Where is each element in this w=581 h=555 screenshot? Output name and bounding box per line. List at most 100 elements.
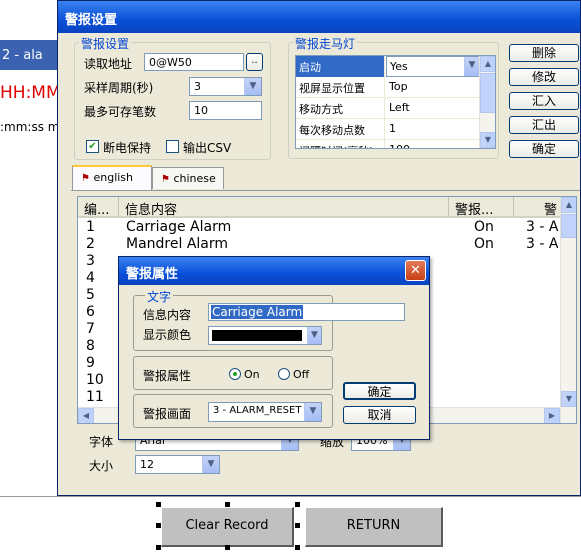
selection-handle[interactable] xyxy=(156,523,161,528)
row-number: 5 xyxy=(86,287,95,303)
screen-select[interactable]: 3 - ALARM_RESET ▼ xyxy=(208,402,322,422)
alarm-settings-group-label: 警报设置 xyxy=(79,35,132,52)
selection-handle[interactable] xyxy=(295,502,300,507)
selection-handle[interactable] xyxy=(156,502,161,507)
off-radio[interactable] xyxy=(278,368,290,380)
power-fail-label: 断电保持 xyxy=(103,141,152,155)
on-radio[interactable] xyxy=(229,368,241,380)
row-number: 2 xyxy=(86,236,95,252)
property-value: Yes xyxy=(390,60,408,73)
delete-button[interactable]: 删除 xyxy=(509,44,579,62)
scroll-down-icon[interactable]: ▼ xyxy=(480,132,495,148)
property-row-position[interactable]: 视屏显示位置 Top xyxy=(296,77,480,98)
close-icon[interactable]: ✕ xyxy=(405,260,426,281)
list-item[interactable]: 1 Carriage Alarm On 3 - A xyxy=(78,219,560,236)
read-address-input[interactable]: 0@W50 xyxy=(144,53,244,71)
background-format-text: :mm:ss m xyxy=(0,120,60,134)
scroll-up-icon[interactable]: ▲ xyxy=(480,56,495,72)
column-header-no[interactable]: 编... xyxy=(78,197,119,216)
row-number: 11 xyxy=(86,389,104,405)
list-item[interactable]: 2 Mandrel Alarm On 3 - A xyxy=(78,236,560,253)
content-value: Carriage Alarm xyxy=(211,305,304,319)
import-button[interactable]: 汇入 xyxy=(509,92,579,110)
column-header-content[interactable]: 信息内容 xyxy=(119,197,449,216)
background-title-text: 2 - ala xyxy=(2,48,43,63)
property-key: 移动方式 xyxy=(296,98,385,119)
scroll-thumb[interactable] xyxy=(480,73,495,113)
export-csv-label: 输出CSV xyxy=(183,141,232,155)
row-number: 9 xyxy=(86,355,95,371)
clear-record-button[interactable]: Clear Record xyxy=(161,507,294,547)
selection-handle[interactable] xyxy=(295,523,300,528)
power-fail-checkbox[interactable]: ✔ xyxy=(86,140,99,153)
flag-icon: ⚑ xyxy=(81,173,90,184)
row-screen: 3 - A xyxy=(526,219,559,235)
background-title-bar: 2 - ala xyxy=(0,40,60,70)
property-row-enable[interactable]: 启动 Yes ▼ xyxy=(296,56,480,77)
chevron-down-icon[interactable]: ▼ xyxy=(244,78,261,95)
browse-address-button[interactable]: .. xyxy=(246,53,263,71)
export-csv-checkbox[interactable] xyxy=(166,140,179,153)
marquee-group-label: 警报走马灯 xyxy=(293,35,358,52)
sub-dialog-title: 警报属性 xyxy=(119,257,429,285)
screen-label: 警报画面 xyxy=(143,407,192,421)
return-button[interactable]: RETURN xyxy=(305,507,443,547)
screen-value: 3 - ALARM_RESET xyxy=(213,405,302,416)
tab-english[interactable]: ⚑ english xyxy=(72,165,152,191)
property-row-step[interactable]: 每次移动点数 1 xyxy=(296,119,480,140)
property-key: 每次移动点数 xyxy=(296,119,385,140)
property-key: 视屏显示位置 xyxy=(296,77,385,98)
tab-label: english xyxy=(93,171,134,184)
column-header-state[interactable]: 警报... xyxy=(449,197,514,216)
sub-cancel-button[interactable]: 取消 xyxy=(343,406,416,424)
chevron-down-icon[interactable]: ▼ xyxy=(202,456,219,473)
color-select[interactable]: ▼ xyxy=(208,326,322,345)
ok-button[interactable]: 确定 xyxy=(509,140,579,158)
color-label: 显示颜色 xyxy=(143,328,192,342)
chevron-down-icon[interactable]: ▼ xyxy=(304,403,321,421)
max-records-label: 最多可存笔数 xyxy=(84,105,157,119)
selection-handle[interactable] xyxy=(295,545,300,550)
property-row-interval[interactable]: 间隔时间(毫秒) 100 xyxy=(296,140,480,148)
max-records-input[interactable]: 10 xyxy=(189,101,262,120)
font-label: 字体 xyxy=(89,435,114,449)
sample-period-select[interactable]: 3 ▼ xyxy=(189,77,262,96)
selection-handle[interactable] xyxy=(156,545,161,550)
color-swatch xyxy=(212,330,302,341)
size-select[interactable]: 12 ▼ xyxy=(135,455,220,474)
background-time-text: HH:MM xyxy=(0,83,60,103)
dialog-title: 警报设置 xyxy=(58,1,580,33)
property-key: 间隔时间(毫秒) xyxy=(296,140,385,148)
list-vertical-scrollbar[interactable]: ▲ ▼ xyxy=(560,197,576,423)
property-row-move-mode[interactable]: 移动方式 Left xyxy=(296,98,480,119)
modify-button[interactable]: 修改 xyxy=(509,68,579,86)
selection-handle[interactable] xyxy=(225,545,230,550)
scroll-thumb[interactable] xyxy=(561,214,576,238)
content-input[interactable]: Carriage Alarm xyxy=(208,303,405,321)
property-value-select[interactable]: Yes ▼ xyxy=(386,56,480,77)
scroll-left-icon[interactable]: ◀ xyxy=(78,408,94,423)
tab-label: chinese xyxy=(173,172,216,185)
row-state: On xyxy=(474,219,494,235)
scroll-up-icon[interactable]: ▲ xyxy=(561,197,576,213)
tab-chinese[interactable]: ⚑ chinese xyxy=(152,167,224,189)
chevron-down-icon[interactable]: ▼ xyxy=(464,57,479,76)
selection-handle[interactable] xyxy=(225,502,230,507)
property-value: 1 xyxy=(389,122,396,135)
property-value: Left xyxy=(389,101,410,114)
row-number: 3 xyxy=(86,253,95,269)
sample-period-label: 采样周期(秒) xyxy=(84,81,154,95)
read-address-label: 读取地址 xyxy=(84,57,133,71)
property-value: Top xyxy=(389,80,408,93)
scroll-down-icon[interactable]: ▼ xyxy=(561,391,576,407)
sample-period-value: 3 xyxy=(194,80,201,93)
sub-ok-button[interactable]: 确定 xyxy=(343,382,416,400)
attr-label: 警报属性 xyxy=(143,369,192,383)
row-number: 1 xyxy=(86,219,95,235)
export-button[interactable]: 汇出 xyxy=(509,116,579,134)
scroll-right-icon[interactable]: ▶ xyxy=(544,408,560,423)
chevron-down-icon[interactable]: ▼ xyxy=(307,327,321,344)
property-grid-scrollbar[interactable]: ▲ ▼ xyxy=(479,56,495,148)
row-content: Carriage Alarm xyxy=(126,219,232,235)
row-number: 10 xyxy=(86,372,104,388)
